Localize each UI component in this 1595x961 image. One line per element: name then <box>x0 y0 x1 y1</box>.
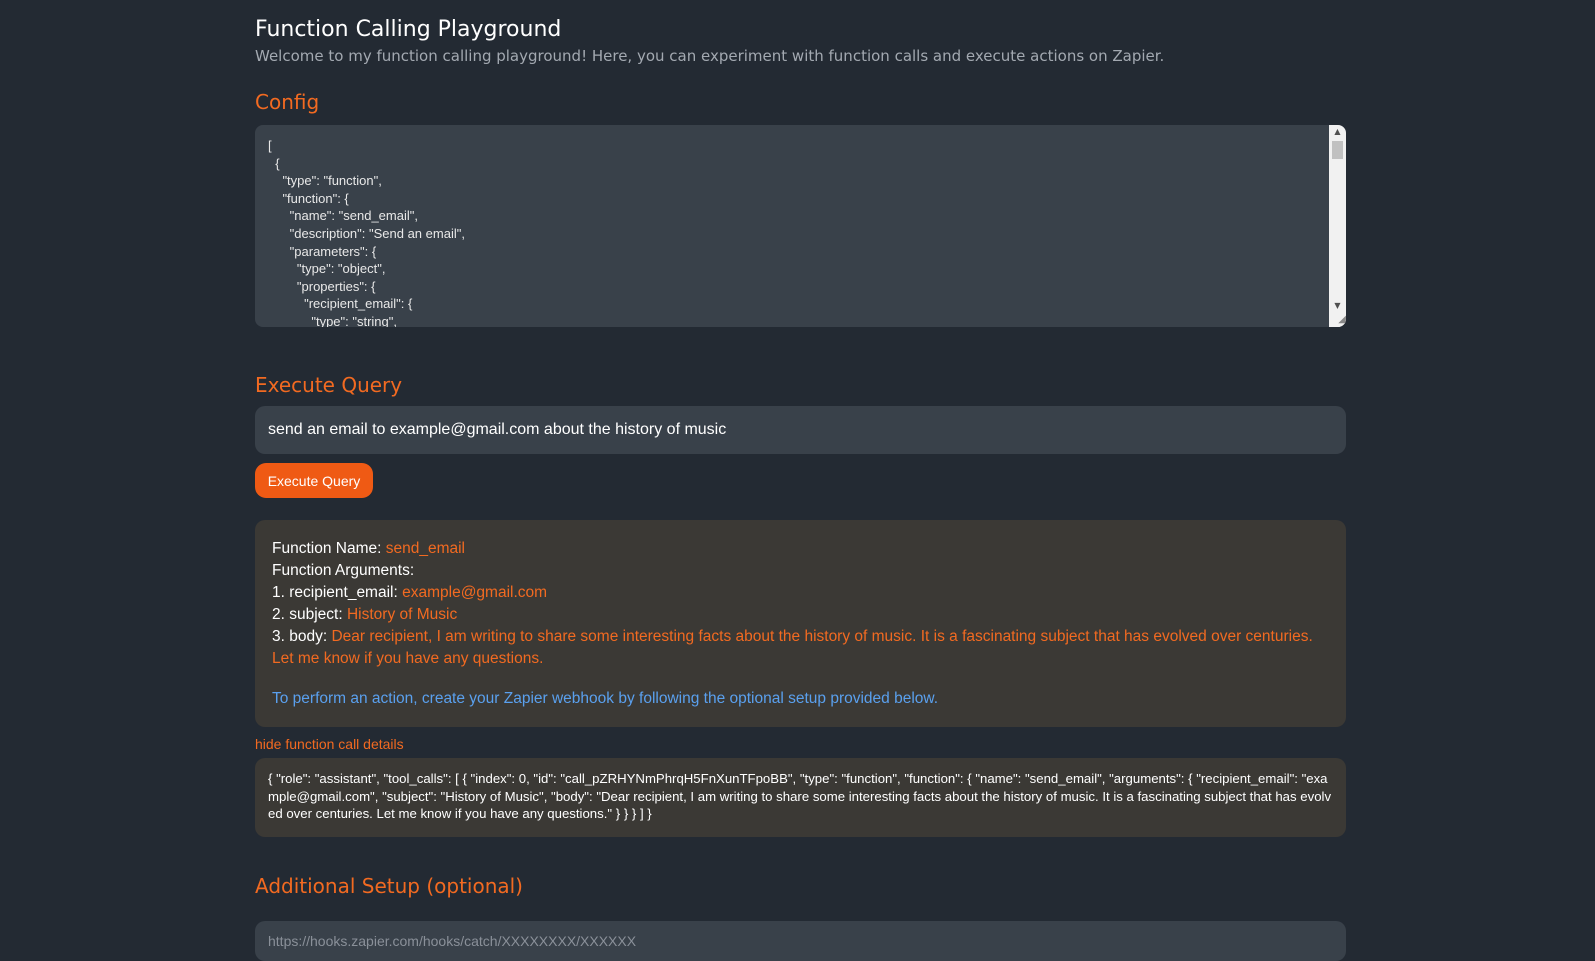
function-name-label: Function Name: <box>272 540 382 557</box>
resize-grip-icon[interactable]: ◢ <box>1329 313 1346 327</box>
config-json-text[interactable]: [ { "type": "function", "function": { "n… <box>268 137 1324 327</box>
zapier-setup-note: To perform an action, create your Zapier… <box>272 690 939 707</box>
function-call-result-panel: Function Name: send_email Function Argum… <box>255 520 1346 727</box>
function-arguments-label: Function Arguments: <box>272 562 415 579</box>
scroll-thumb[interactable] <box>1332 141 1343 159</box>
argument-value: History of Music <box>346 606 458 623</box>
config-textarea[interactable]: [ { "type": "function", "function": { "n… <box>255 125 1346 327</box>
hide-details-link[interactable]: hide function call details <box>255 736 404 752</box>
function-name-value: send_email <box>385 540 466 557</box>
raw-function-call-details: { "role": "assistant", "tool_calls": [ {… <box>255 758 1346 837</box>
scroll-up-arrow-icon[interactable]: ▲ <box>1329 125 1346 139</box>
execute-query-button[interactable]: Execute Query <box>255 463 373 498</box>
argument-item: 1. recipient_email: example@gmail.com <box>272 582 1329 604</box>
page-title: Function Calling Playground <box>255 17 562 42</box>
config-heading: Config <box>255 90 320 114</box>
argument-item: 3. body: Dear recipient, I am writing to… <box>272 626 1329 670</box>
argument-label: 2. subject: <box>272 606 343 623</box>
argument-value: Dear recipient, I am writing to share so… <box>272 628 1313 667</box>
config-scrollbar[interactable]: ▲ ▼ <box>1329 125 1346 327</box>
argument-item: 2. subject: History of Music <box>272 604 1329 626</box>
function-name-row: Function Name: send_email <box>272 538 1329 560</box>
execute-query-heading: Execute Query <box>255 373 403 397</box>
page-subtitle: Welcome to my function calling playgroun… <box>255 47 1165 65</box>
scroll-down-arrow-icon[interactable]: ▼ <box>1329 299 1346 313</box>
additional-setup-heading: Additional Setup (optional) <box>255 874 523 898</box>
argument-value: example@gmail.com <box>402 584 548 601</box>
argument-label: 3. body: <box>272 628 328 645</box>
query-input[interactable] <box>255 406 1346 454</box>
argument-label: 1. recipient_email: <box>272 584 398 601</box>
webhook-url-input[interactable] <box>255 921 1346 961</box>
